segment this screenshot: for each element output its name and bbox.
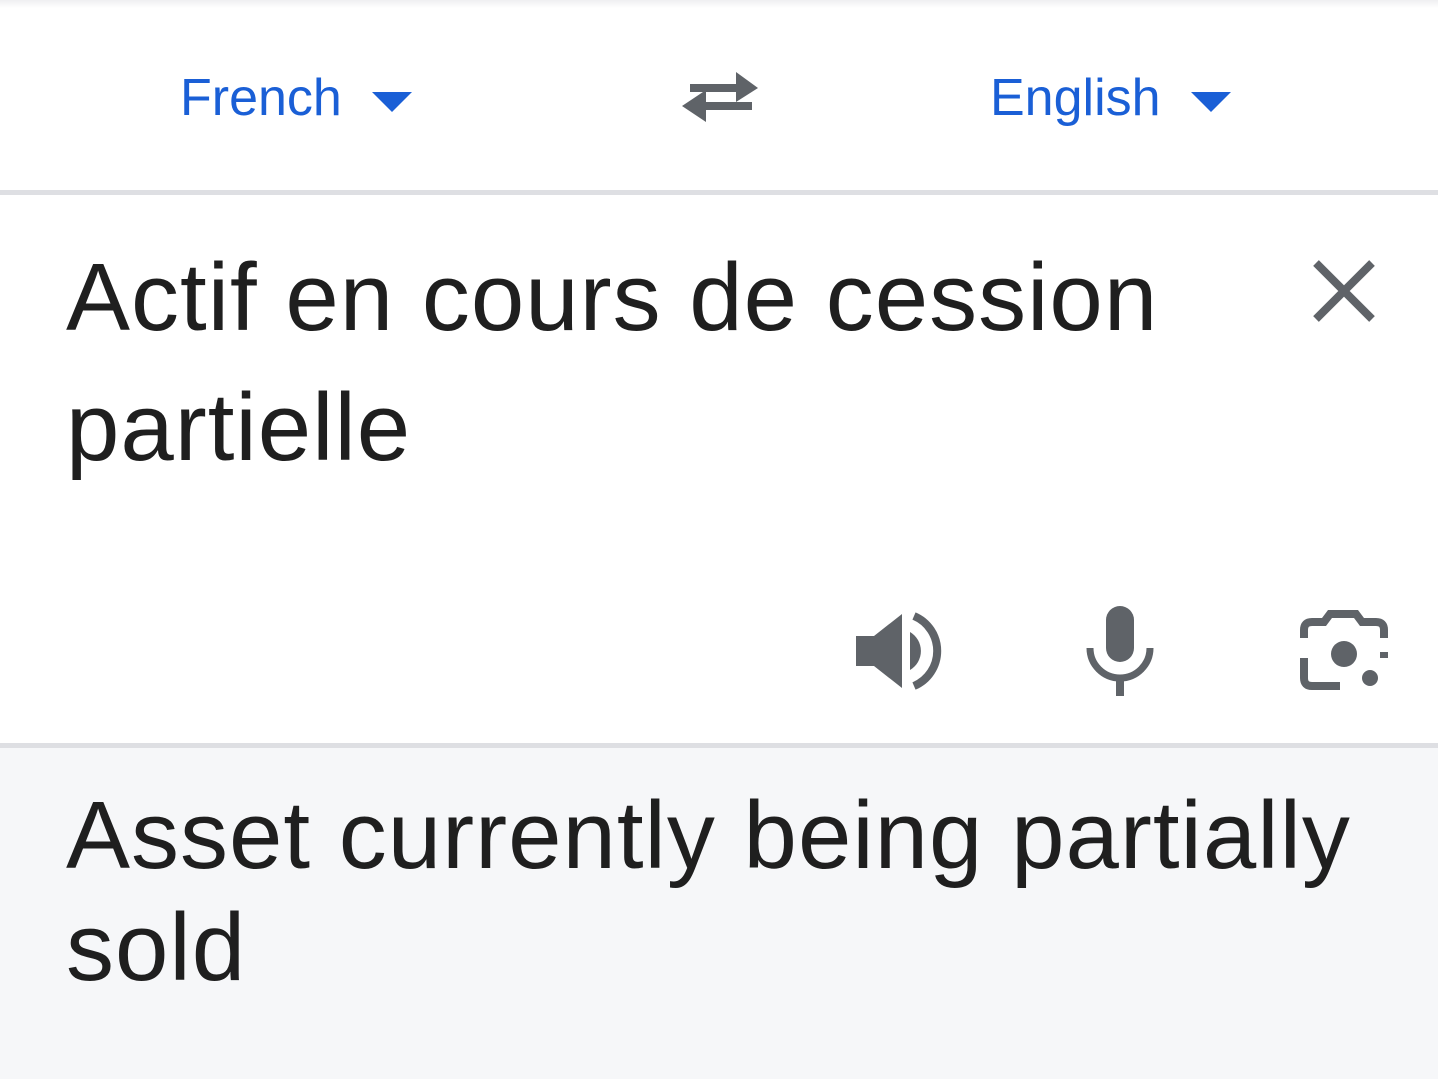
source-language-selector[interactable]: French	[180, 62, 412, 134]
microphone-icon	[1086, 606, 1154, 696]
clear-button[interactable]	[1306, 253, 1382, 329]
target-language-selector[interactable]: English	[990, 62, 1231, 134]
translation-panel: Asset currently being partially sold	[0, 748, 1438, 1079]
swap-languages-button[interactable]	[676, 62, 764, 130]
close-icon	[1313, 260, 1375, 322]
listen-button[interactable]	[852, 608, 942, 694]
voice-input-button[interactable]	[1084, 604, 1156, 698]
source-panel: Actif en cours de cession partielle	[0, 195, 1438, 743]
source-text-input[interactable]: Actif en cours de cession partielle	[66, 233, 1216, 493]
speaker-icon	[856, 612, 942, 690]
caret-down-icon	[1190, 92, 1231, 112]
translation-text: Asset currently being partially sold	[66, 782, 1351, 1001]
source-language-label: French	[180, 69, 342, 127]
swap-arrows-icon	[682, 72, 758, 122]
caret-down-icon	[371, 92, 412, 112]
camera-icon	[1300, 610, 1388, 690]
language-bar: French English	[0, 0, 1438, 190]
camera-input-button[interactable]	[1300, 608, 1390, 694]
target-language-label: English	[990, 69, 1161, 127]
